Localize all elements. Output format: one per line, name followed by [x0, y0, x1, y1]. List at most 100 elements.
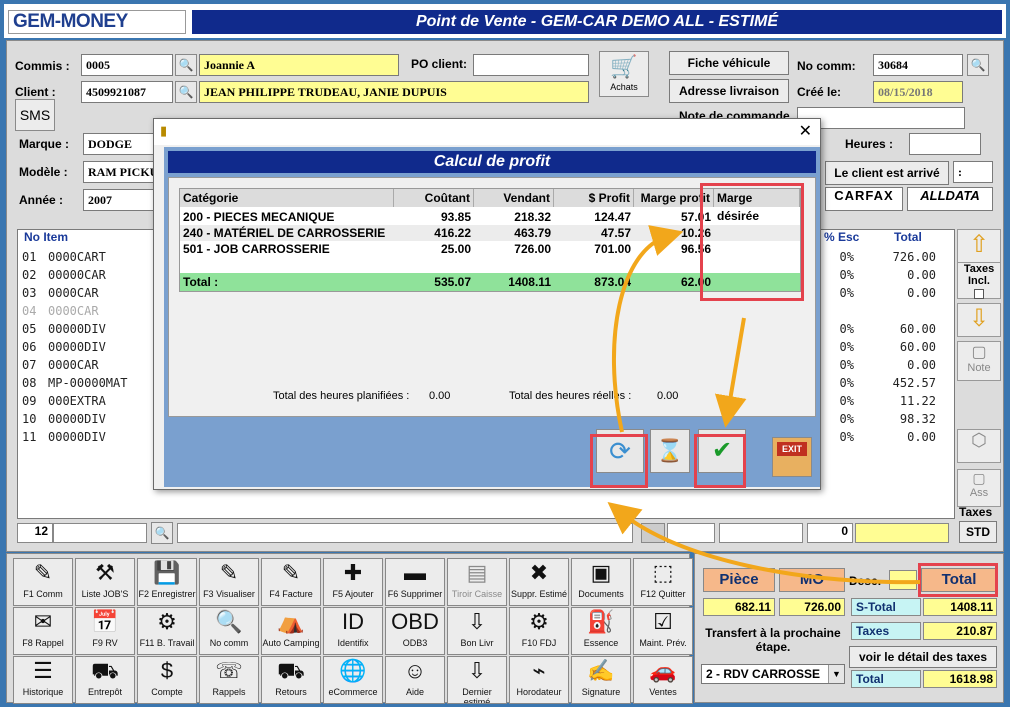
f10-fdj-button[interactable]: ⚙ F10 FDJ	[509, 607, 569, 655]
carfax-button[interactable]: CARFAX	[825, 187, 903, 211]
grid-row-code[interactable]: 0000CAR	[48, 358, 99, 372]
grid-row-item[interactable]: 08	[22, 376, 36, 390]
commis-lookup-button[interactable]: 🔍	[175, 54, 197, 76]
std-button[interactable]: STD	[959, 521, 997, 543]
bottom-yellow-field[interactable]	[855, 523, 949, 543]
grid-row-code[interactable]: 0000CAR	[48, 304, 99, 318]
f12-quitter-button[interactable]: ⬚ F12 Quitter	[633, 558, 693, 606]
essence-button[interactable]: ⛽ Essence	[571, 607, 631, 655]
f11-bon-travail-button[interactable]: ⚙ F11 B. Travail	[137, 607, 197, 655]
ass-button[interactable]: ▢ Ass	[957, 469, 1001, 507]
identifix-button[interactable]: ID Identifix	[323, 607, 383, 655]
move-up-button[interactable]: ⇧	[957, 229, 1001, 263]
hourglass-button[interactable]: ⌛	[650, 429, 690, 473]
grid-row-code[interactable]: 0000CART	[48, 250, 106, 264]
no-comm-field[interactable]: 30684	[873, 54, 963, 76]
odb3-button[interactable]: OBD ODB3	[385, 607, 445, 655]
disabled-action-button[interactable]: ⬡	[957, 429, 1001, 463]
voir-detail-taxes-button[interactable]: voir le détail des taxes	[849, 646, 997, 668]
fiche-vehicule-button[interactable]: Fiche véhicule	[669, 51, 789, 75]
grid-row-code[interactable]: 00000DIV	[48, 412, 106, 426]
client-code-field[interactable]: 4509921087	[81, 81, 173, 103]
col-header[interactable]: Coûtant	[394, 189, 474, 207]
client-arrive-button[interactable]: Le client est arrivé	[825, 161, 949, 185]
taxes-incl-checkbox[interactable]: Taxes Incl.	[957, 263, 1001, 299]
ecommerce-button[interactable]: 🌐 eCommerce	[323, 656, 383, 704]
grid-row-item[interactable]: 01	[22, 250, 36, 264]
signature-button[interactable]: ✍ Signature	[571, 656, 631, 704]
chevron-down-icon[interactable]: ▼	[828, 665, 844, 683]
grid-row-code[interactable]: 00000DIV	[48, 340, 106, 354]
historique-button[interactable]: ☰ Historique	[13, 656, 73, 704]
entrepot-button[interactable]: ⛟ Entrepôt	[75, 656, 135, 704]
grid-row-item[interactable]: 07	[22, 358, 36, 372]
keyboard-icon[interactable]	[641, 523, 665, 543]
col-total[interactable]: Total	[894, 230, 922, 244]
item-count-field[interactable]: 12	[17, 523, 53, 543]
commis-code-field[interactable]: 0005	[81, 54, 173, 76]
bon-livr-button[interactable]: ⇩ Bon Livr	[447, 607, 507, 655]
f4-facture-button[interactable]: ✎ F4 Facture	[261, 558, 321, 606]
achats-button[interactable]: 🛒 Achats	[599, 51, 649, 97]
col-header[interactable]: Catégorie	[180, 189, 394, 207]
grid-row-code[interactable]: 000EXTRA	[48, 394, 106, 408]
exit-button[interactable]: EXIT	[772, 437, 812, 477]
grid-row-code[interactable]: 00000CAR	[48, 268, 106, 282]
rappels-button[interactable]: ☏ Rappels	[199, 656, 259, 704]
grid-row-item[interactable]: 03	[22, 286, 36, 300]
grid-row-item[interactable]: 04	[22, 304, 36, 318]
checkbox-box[interactable]	[974, 289, 984, 299]
col-esc[interactable]: % Esc	[824, 230, 859, 244]
grid-row-item[interactable]: 02	[22, 268, 36, 282]
documents-button[interactable]: ▣ Documents	[571, 558, 631, 606]
f9-rv-button[interactable]: 📅 F9 RV	[75, 607, 135, 655]
grid-row-code[interactable]: MP-00000MAT	[48, 376, 127, 390]
grid-row-code[interactable]: 00000DIV	[48, 322, 106, 336]
bottom-field-a[interactable]	[667, 523, 715, 543]
ventes-button[interactable]: 🚗 Ventes	[633, 656, 693, 704]
horodateur-button[interactable]: ⌁ Horodateur	[509, 656, 569, 704]
desc-field[interactable]	[889, 570, 917, 590]
f1-comm-button[interactable]: ✎ F1 Comm	[13, 558, 73, 606]
sms-button[interactable]: SMS	[15, 99, 55, 131]
note-commande-field[interactable]	[797, 107, 965, 129]
f2-enregistrer-button[interactable]: 💾 F2 Enregistrer	[137, 558, 197, 606]
next-step-select[interactable]: 2 - RDV CARROSSE ▼	[701, 664, 845, 684]
grid-row-item[interactable]: 09	[22, 394, 36, 408]
f6-supprimer-button[interactable]: ▬ F6 Supprimer	[385, 558, 445, 606]
maint-prev-button[interactable]: ☑ Maint. Prév.	[633, 607, 693, 655]
bottom-description-field[interactable]	[177, 523, 633, 543]
bottom-lookup-button[interactable]: 🔍	[151, 522, 173, 544]
f5-ajouter-button[interactable]: ✚ F5 Ajouter	[323, 558, 383, 606]
bottom-zero-field[interactable]: 0	[807, 523, 853, 543]
client-lookup-button[interactable]: 🔍	[175, 81, 197, 103]
liste-jobs-button[interactable]: ⚒ Liste JOB'S	[75, 558, 135, 606]
grid-row-item[interactable]: 11	[22, 430, 36, 444]
alldata-button[interactable]: ALLDATA	[907, 187, 993, 211]
bottom-code-field[interactable]	[53, 523, 147, 543]
col-no-item[interactable]: No Item	[24, 230, 68, 244]
dernier-estime-button[interactable]: ⇩ Dernier estimé	[447, 656, 507, 704]
commis-name-field[interactable]: Joannie A	[199, 54, 399, 76]
note-button[interactable]: ▢ Note	[957, 341, 1001, 381]
tiroir-caisse-button[interactable]: ▤ Tiroir Caisse	[447, 558, 507, 606]
retours-button[interactable]: ⛟ Retours	[261, 656, 321, 704]
col-header[interactable]: Vendant	[474, 189, 554, 207]
compte-button[interactable]: $ Compte	[137, 656, 197, 704]
arrive-time-field[interactable]: :	[953, 161, 993, 183]
grid-row-item[interactable]: 06	[22, 340, 36, 354]
grid-row-item[interactable]: 10	[22, 412, 36, 426]
auto-camping-button[interactable]: ⛺ Auto Camping	[261, 607, 321, 655]
f8-rappel-button[interactable]: ✉ F8 Rappel	[13, 607, 73, 655]
no-comm-lookup-button[interactable]: 🔍	[967, 54, 989, 76]
po-client-field[interactable]	[473, 54, 589, 76]
grid-row-code[interactable]: 0000CAR	[48, 286, 99, 300]
aide-button[interactable]: ☺ Aide	[385, 656, 445, 704]
client-name-field[interactable]: JEAN PHILIPPE TRUDEAU, JANIE DUPUIS	[199, 81, 589, 103]
suppr-estime-button[interactable]: ✖ Suppr. Estimé	[509, 558, 569, 606]
heures-field[interactable]	[909, 133, 981, 155]
move-down-button[interactable]: ⇩	[957, 303, 1001, 337]
close-icon[interactable]: ✕	[799, 121, 812, 141]
grid-row-code[interactable]: 00000DIV	[48, 430, 106, 444]
bottom-field-b[interactable]	[719, 523, 803, 543]
